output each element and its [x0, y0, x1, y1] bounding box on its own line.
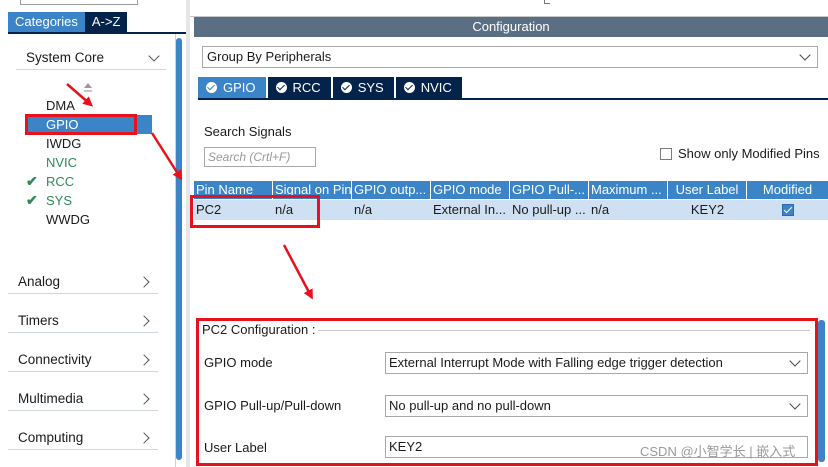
tabs-underline — [198, 98, 828, 100]
search-signals-input[interactable]: Search (Crtl+F) — [204, 147, 316, 167]
left-scrollbar[interactable] — [176, 38, 184, 460]
column-maximum[interactable]: Maximum ... — [589, 181, 668, 199]
chevron-right-icon — [138, 392, 150, 405]
column-user-label[interactable]: User Label — [668, 181, 747, 199]
system-core-item-iwdg[interactable]: IWDG — [46, 134, 81, 153]
show-modified-label: Show only Modified Pins — [678, 146, 820, 161]
chevron-right-icon — [138, 314, 150, 327]
cell-modified — [747, 200, 828, 220]
system-core-item-wwdg[interactable]: WWDG — [46, 210, 90, 229]
column-gpio-pull[interactable]: GPIO Pull-... — [510, 181, 589, 199]
show-modified-pins[interactable]: Show only Modified Pins — [660, 146, 820, 161]
cell-gpio-pull: No pull-up ... — [512, 202, 586, 217]
check-circle-icon — [340, 82, 352, 93]
tab-label: SYS — [357, 80, 384, 95]
cell-user-label: KEY2 — [690, 202, 725, 217]
category-label: Connectivity — [18, 352, 92, 367]
configuration-header: Configuration — [194, 17, 828, 37]
chevron-right-icon — [138, 353, 150, 366]
category-label: Timers — [18, 313, 59, 328]
category-multimedia[interactable]: Multimedia — [8, 387, 158, 411]
chevron-down-icon — [799, 49, 811, 61]
configuration-tabs: GPIO RCC SYS NVIC — [198, 77, 464, 98]
category-analog[interactable]: Analog — [8, 270, 158, 294]
search-signals-label: Search Signals — [204, 124, 292, 139]
system-core-item-nvic[interactable]: NVIC — [46, 153, 77, 172]
check-circle-icon — [403, 82, 415, 93]
modified-checkbox[interactable] — [781, 204, 794, 216]
group-by-value: Group By Peripherals — [207, 49, 332, 64]
right-top-strip — [190, 0, 828, 17]
check-icon: ✔ — [26, 192, 38, 208]
chevron-down-icon — [148, 49, 160, 62]
check-circle-icon — [206, 82, 217, 93]
group-by-select[interactable]: Group By Peripherals — [202, 46, 818, 68]
chevron-right-icon — [138, 275, 150, 288]
chevron-right-icon — [138, 431, 150, 444]
column-modified[interactable]: Modified — [747, 181, 828, 199]
sort-up-arrow-icon[interactable] — [84, 83, 92, 88]
category-connectivity[interactable]: Connectivity — [8, 348, 158, 372]
category-label: System Core — [26, 50, 105, 65]
watermark: CSDN @小智学长 | 嵌入式 — [640, 444, 796, 459]
annotation-box-gpio — [25, 114, 137, 135]
category-search-box[interactable] — [20, 0, 138, 5]
sort-indicator-icon — [84, 90, 92, 92]
annotation-box-pin-row — [190, 195, 320, 228]
category-system-core[interactable]: System Core — [16, 46, 166, 70]
cell-maximum: n/a — [591, 202, 610, 217]
left-scrollbar-thumb[interactable] — [176, 38, 182, 460]
tab-gpio[interactable]: GPIO — [198, 77, 266, 98]
check-icon: ✔ — [26, 173, 38, 189]
category-tabs: Categories A->Z — [8, 12, 128, 32]
tab-a-to-z[interactable]: A->Z — [84, 12, 128, 32]
cell-gpio-mode: External In... — [433, 202, 506, 217]
tab-label: RCC — [292, 80, 321, 95]
tab-nvic[interactable]: NVIC — [395, 77, 462, 98]
category-label: Multimedia — [18, 391, 84, 406]
tab-sys[interactable]: SYS — [332, 77, 394, 98]
category-label: Computing — [18, 430, 84, 445]
cell-gpio-output: n/a — [354, 202, 373, 217]
stm32cubemx-pinout-configuration: Categories A->Z System Core DMA GPIO IWD… — [0, 0, 828, 467]
system-core-item-rcc[interactable]: RCC — [46, 172, 74, 191]
tab-label: NVIC — [420, 80, 452, 95]
tab-label: GPIO — [223, 80, 256, 95]
left-category-panel: Categories A->Z System Core DMA GPIO IWD… — [0, 0, 190, 467]
tab-rcc[interactable]: RCC — [267, 77, 331, 98]
system-core-item-dma[interactable]: DMA — [46, 96, 75, 115]
column-gpio-mode[interactable]: GPIO mode — [431, 181, 510, 199]
left-top-strip — [0, 0, 190, 6]
show-modified-checkbox[interactable] — [660, 147, 672, 160]
category-computing[interactable]: Computing — [8, 426, 158, 450]
check-circle-icon — [275, 82, 287, 93]
category-label: Analog — [18, 274, 61, 289]
category-timers[interactable]: Timers — [8, 309, 158, 333]
tab-categories[interactable]: Categories — [8, 12, 85, 32]
system-core-item-sys[interactable]: SYS — [46, 191, 72, 210]
resize-handle-icon — [544, 0, 550, 4]
config-scrollbar[interactable] — [818, 320, 825, 462]
column-gpio-output[interactable]: GPIO outp... — [352, 181, 431, 199]
